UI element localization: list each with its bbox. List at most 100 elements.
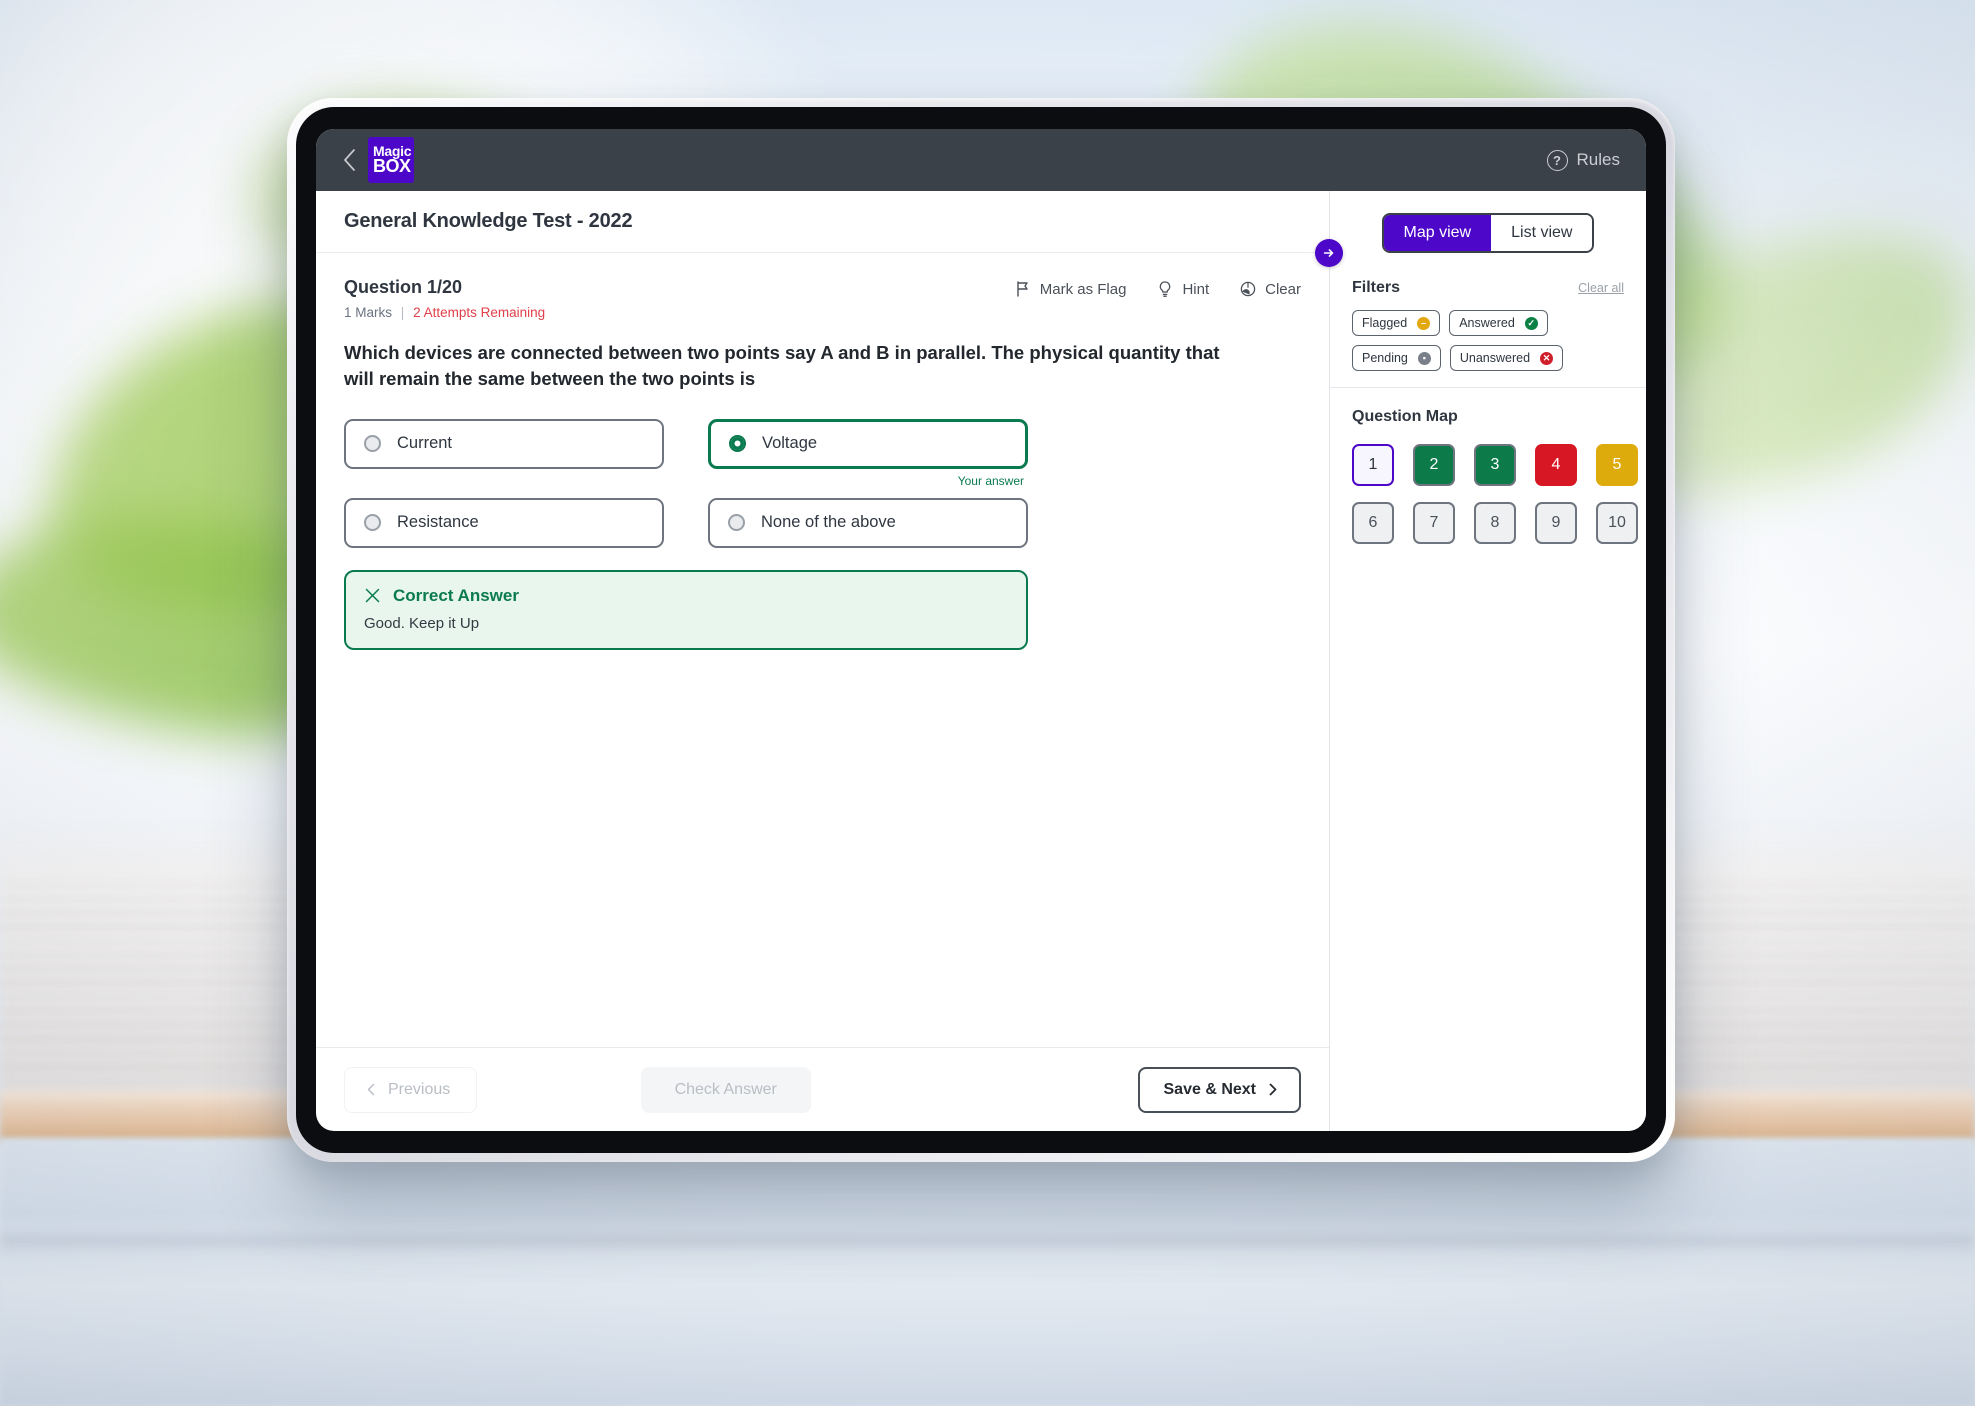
save-and-next-button[interactable]: Save & Next [1137,1066,1301,1113]
panel-collapse-button[interactable] [1315,239,1343,267]
eraser-icon [1240,281,1256,297]
cross-badge-icon: ✕ [1540,351,1554,365]
filters-header: Filters Clear all [1352,279,1624,297]
question-tile-3[interactable]: 3 [1474,444,1516,486]
option-label: None of the above [761,513,896,532]
back-button[interactable] [336,147,362,173]
screenshot-scene: Magic BOX ? Rules General Knowledge Test… [0,0,1975,1406]
option-cell: Voltage Your answer [708,418,1028,488]
option-label: Current [397,434,453,453]
mark-as-flag-button[interactable]: Mark as Flag [1014,280,1127,298]
question-header: Question 1/20 1 Marks | 2 Attempts Remai… [344,277,1301,320]
question-footer: Previous Check Answer Save & Next [316,1047,1329,1131]
options-grid: Current Voltage Your answer Resistance N… [344,418,1301,548]
chip-label: Answered [1459,316,1515,330]
correct-answer-header: Correct Answer [364,586,1008,606]
question-scroll-area: Question 1/20 1 Marks | 2 Attempts Remai… [316,253,1329,1047]
filter-chip-flagged[interactable]: Flagged – [1352,310,1441,336]
correct-answer-body: Good. Keep it Up [364,614,480,632]
close-x-icon [365,588,380,603]
option-label: Resistance [397,513,479,532]
question-header-left: Question 1/20 1 Marks | 2 Attempts Remai… [344,277,1014,320]
tablet-bezel: Magic BOX ? Rules General Knowledge Test… [296,107,1666,1153]
marks-label: 1 Marks [344,305,393,320]
option-cell: Current [344,418,664,486]
question-meta: 1 Marks | 2 Attempts Remaining [344,305,1014,320]
view-toggle: Map view List view [1381,213,1595,253]
question-tile-1[interactable]: 1 [1352,444,1394,486]
question-tile-6[interactable]: 6 [1352,502,1394,544]
chevron-left-icon [367,1083,375,1096]
radio-icon-selected [729,435,746,453]
pending-badge-icon: ▪ [1417,351,1431,365]
previous-button[interactable]: Previous [344,1066,478,1113]
main-pane: General Knowledge Test - 2022 Question 1… [316,191,1343,1131]
logo-line-2: BOX [373,156,411,177]
check-answer-button[interactable]: Check Answer [640,1066,811,1113]
option-voltage[interactable]: Voltage [708,418,1028,469]
question-actions: Mark as Flag Hint Clear [1014,277,1301,298]
question-navigator-panel: Map view List view Filters Clear all Fla… [1330,191,1646,1131]
question-tile-8[interactable]: 8 [1474,502,1516,544]
option-current[interactable]: Current [344,418,664,469]
your-answer-label: Your answer [957,473,1024,488]
question-map-grid: 1 2 3 4 5 6 7 8 9 10 [1352,444,1638,544]
clear-label: Clear [1265,280,1301,298]
content-split: General Knowledge Test - 2022 Question 1… [316,191,1646,1131]
question-tile-10[interactable]: 10 [1596,502,1638,544]
question-tile-2[interactable]: 2 [1413,444,1455,486]
question-map-title: Question Map [1352,408,1458,425]
app-header-bar: Magic BOX ? Rules [316,129,1646,191]
save-and-next-label: Save & Next [1163,1080,1257,1098]
question-tile-7[interactable]: 7 [1413,502,1455,544]
attempts-remaining: 2 Attempts Remaining [413,305,546,320]
lightbulb-icon [1160,281,1171,297]
option-resistance[interactable]: Resistance [344,497,664,548]
rules-label: Rules [1576,150,1620,169]
mark-as-flag-label: Mark as Flag [1039,280,1127,298]
option-cell: None of the above [708,497,1028,548]
chip-label: Unanswered [1459,351,1531,365]
tablet-device: Magic BOX ? Rules General Knowledge Test… [287,98,1675,1162]
question-tile-4[interactable]: 4 [1535,444,1577,486]
chip-label: Pending [1362,351,1408,365]
question-text: Which devices are connected between two … [344,342,1220,390]
question-map-section: Question Map 1 2 3 4 5 6 7 8 9 10 [1330,388,1646,564]
radio-icon [364,514,381,532]
filters-title: Filters [1352,279,1401,296]
chevron-left-icon [343,149,355,171]
tab-map-view[interactable]: Map view [1383,215,1492,251]
previous-label: Previous [388,1080,451,1098]
filter-chip-unanswered[interactable]: Unanswered ✕ [1449,345,1564,371]
arrow-right-icon [1323,249,1334,257]
chevron-right-icon [1269,1083,1277,1096]
view-toggle-wrap: Map view List view [1330,191,1646,253]
rules-button[interactable]: ? Rules [1546,149,1620,171]
option-cell: Resistance [344,497,664,548]
clear-button[interactable]: Clear [1239,280,1301,298]
flag-badge-icon: – [1417,316,1431,330]
question-tile-9[interactable]: 9 [1535,502,1577,544]
filters-section: Filters Clear all Flagged – Answered ✓ P… [1330,253,1646,388]
flag-icon [1017,281,1028,297]
correct-answer-title: Correct Answer [393,585,519,605]
filter-chips: Flagged – Answered ✓ Pending ▪ Unanswere… [1352,310,1624,371]
question-tile-5[interactable]: 5 [1596,444,1638,486]
correct-answer-banner: Correct Answer Good. Keep it Up [344,569,1028,650]
option-none-of-the-above[interactable]: None of the above [708,497,1028,548]
tab-list-view[interactable]: List view [1491,215,1593,251]
hint-button[interactable]: Hint [1156,280,1209,298]
check-answer-label: Check Answer [674,1080,777,1098]
magicbox-logo[interactable]: Magic BOX [368,137,414,183]
filter-chip-pending[interactable]: Pending ▪ [1352,345,1441,371]
question-number: Question 1/20 [344,277,463,297]
filter-chip-answered[interactable]: Answered ✓ [1449,310,1548,336]
clear-all-link[interactable]: Clear all [1578,281,1624,295]
option-label: Voltage [762,434,818,453]
tablet-screen: Magic BOX ? Rules General Knowledge Test… [316,129,1646,1131]
radio-icon [364,435,381,453]
meta-separator: | [400,305,405,320]
check-badge-icon: ✓ [1524,316,1538,330]
option-spacer [344,469,664,486]
radio-icon [728,514,745,532]
